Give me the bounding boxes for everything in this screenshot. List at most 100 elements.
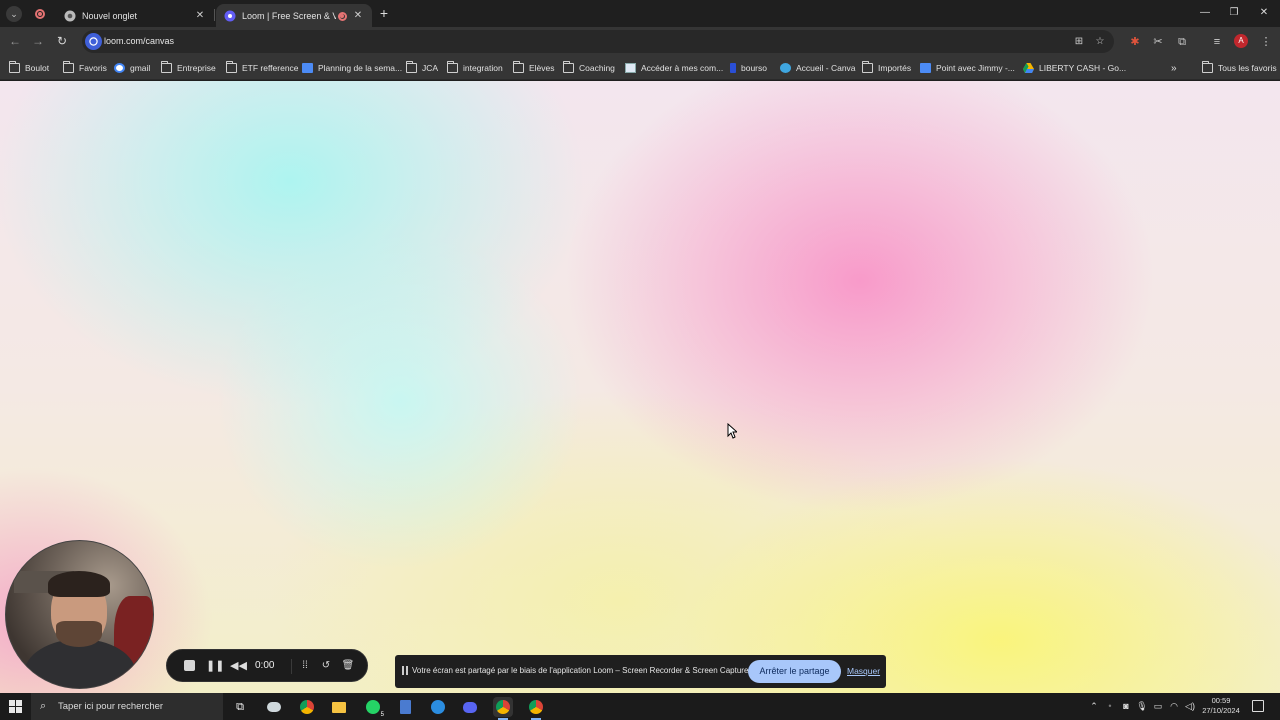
tab-loom[interactable]: Loom | Free Screen & Video ✕: [216, 4, 372, 27]
restart-button[interactable]: ↺: [318, 658, 334, 674]
bookmark-item[interactable]: Planning de la sema...: [302, 61, 402, 75]
bookmark-item[interactable]: integration: [447, 61, 503, 75]
bookmark-item[interactable]: Point avec Jimmy -...: [920, 61, 1015, 75]
tab-title: Nouvel onglet: [82, 10, 138, 21]
chrome-app-icon[interactable]: [297, 697, 317, 717]
doc-icon: [920, 63, 931, 73]
divider: [291, 659, 292, 674]
bookmark-label: bourso: [741, 63, 767, 73]
share-message: Votre écran est partagé par le biais de …: [412, 666, 751, 675]
whatsapp-badge: 5: [380, 712, 384, 718]
bookmark-item[interactable]: Coaching: [563, 61, 615, 75]
tab-search-button[interactable]: ⌄: [6, 6, 22, 22]
close-icon[interactable]: ✕: [194, 10, 206, 21]
hide-link[interactable]: Masquer: [847, 666, 880, 676]
calculator-icon[interactable]: [395, 697, 415, 717]
battery-icon[interactable]: ▭: [1152, 700, 1164, 712]
bookmark-item[interactable]: ETF refference: [226, 61, 299, 75]
delete-button[interactable]: 🗑: [340, 658, 356, 674]
rewind-button[interactable]: ◀◀: [230, 658, 247, 674]
system-clock[interactable]: 00:59 27/10/2024: [1196, 696, 1246, 716]
restore-button[interactable]: ❐: [1221, 5, 1247, 21]
search-icon: ⌕: [40, 700, 47, 712]
tab-new-tab[interactable]: Nouvel onglet ✕: [56, 4, 214, 27]
bookmark-item[interactable]: LIBERTY CASH - Go...: [1023, 61, 1126, 75]
bookmark-label: Entreprise: [177, 63, 216, 73]
profile-avatar[interactable]: A: [1234, 34, 1248, 48]
file-explorer-icon[interactable]: [329, 697, 349, 717]
bookmark-item[interactable]: Favoris: [63, 61, 107, 75]
minimize-button[interactable]: —: [1192, 5, 1218, 21]
extension-icon[interactable]: ✱: [1127, 34, 1143, 50]
bookmark-item[interactable]: Entreprise: [161, 61, 216, 75]
wifi-icon[interactable]: ◠: [1168, 700, 1180, 712]
microphone-icon[interactable]: 🎙: [1136, 700, 1148, 712]
app-blue-icon[interactable]: [428, 697, 448, 717]
camera-icon[interactable]: ◙: [1120, 700, 1132, 712]
folder-icon: [226, 61, 237, 73]
whatsapp-icon[interactable]: 5: [363, 697, 384, 718]
extensions-puzzle-icon[interactable]: ⧉: [1174, 34, 1190, 50]
record-icon: [35, 8, 45, 19]
chrome-active-icon[interactable]: [493, 697, 513, 720]
bookmark-item[interactable]: Accueil - Canva: [780, 61, 856, 75]
bookmark-label: gmail: [130, 63, 151, 73]
task-view-icon[interactable]: ⧉: [230, 697, 250, 717]
stop-sharing-button[interactable]: Arrêter le partage: [748, 660, 841, 683]
close-window-button[interactable]: ✕: [1251, 5, 1277, 21]
pinned-recording-tab[interactable]: [30, 4, 50, 23]
bookmark-item[interactable]: Importés: [862, 61, 911, 75]
bookmark-item[interactable]: bourso: [730, 61, 767, 75]
bookmark-item[interactable]: Accéder à mes com...: [625, 61, 723, 75]
chrome-icon: [64, 10, 76, 21]
close-icon[interactable]: ✕: [352, 10, 364, 21]
more-bookmarks-chevron-icon[interactable]: »: [1171, 61, 1177, 75]
site-info-icon[interactable]: [85, 33, 102, 50]
address-bar[interactable]: loom.com/canvas ⊞ ☆: [82, 30, 1114, 53]
taskbar-search[interactable]: ⌕ Taper ici pour rechercher: [31, 693, 223, 720]
grid-dots-icon[interactable]: ⁞⁞: [297, 658, 313, 674]
pause-button[interactable]: ❚❚: [206, 658, 224, 674]
bookmark-label: JCA: [422, 63, 439, 73]
loom-icon: [224, 10, 236, 21]
clock-date: 27/10/2024: [1202, 706, 1240, 715]
tab-strip: ⌄ Nouvel onglet ✕ Loom | Free Screen & V…: [0, 0, 1280, 27]
search-placeholder: Taper ici pour rechercher: [58, 701, 164, 712]
new-tab-button[interactable]: +: [377, 6, 391, 20]
chevron-up-icon[interactable]: ⌃: [1088, 700, 1100, 712]
bookmark-item[interactable]: gmail: [114, 61, 150, 75]
windows-taskbar: ⌕ Taper ici pour rechercher ⧉ 5 ⌃ • ◙ 🎙 …: [0, 693, 1280, 720]
tray-dot-icon[interactable]: •: [1104, 700, 1116, 712]
back-button[interactable]: ←: [7, 33, 23, 49]
bookmark-star-icon[interactable]: ☆: [1093, 35, 1107, 49]
pause-icon: [402, 666, 408, 675]
bookmark-label: Planning de la sema...: [318, 63, 403, 73]
notification-center-icon[interactable]: [1252, 700, 1264, 712]
start-button[interactable]: [9, 700, 22, 713]
url-text: loom.com/canvas: [104, 36, 175, 46]
browser-toolbar: ← → ↻ loom.com/canvas ⊞ ☆ ✱ ✂ ⧉ ≡ A ⋮: [0, 27, 1280, 56]
all-bookmarks-button[interactable]: Tous les favoris: [1202, 61, 1277, 75]
folder-icon: [406, 61, 417, 73]
media-controls-icon[interactable]: ≡: [1209, 34, 1225, 50]
bookmark-item[interactable]: JCA: [406, 61, 438, 75]
recording-controls: ❚❚ ◀◀ 0:00 ⁞⁞ ↺ 🗑: [166, 649, 368, 682]
volume-icon[interactable]: ◁): [1184, 700, 1196, 712]
loom-canvas[interactable]: [0, 81, 1280, 693]
extension-tool-icon[interactable]: ✂: [1150, 34, 1166, 50]
webcam-bubble[interactable]: [5, 540, 154, 689]
chrome-profile-icon[interactable]: [526, 697, 546, 720]
bookmark-label: Accueil - Canva: [796, 63, 856, 73]
bookmark-item[interactable]: Elèves: [513, 61, 555, 75]
bookmark-item[interactable]: Boulot: [9, 61, 49, 75]
stop-recording-button[interactable]: [181, 658, 197, 674]
menu-kebab-icon[interactable]: ⋮: [1258, 34, 1274, 50]
app-weather-icon[interactable]: [264, 697, 284, 717]
bookmark-label: Boulot: [25, 63, 50, 73]
discord-icon[interactable]: [460, 697, 480, 717]
reload-button[interactable]: ↻: [54, 33, 70, 49]
folder-icon: [161, 61, 172, 73]
translate-icon[interactable]: ⊞: [1072, 35, 1086, 49]
forward-button[interactable]: →: [30, 33, 46, 49]
bookmark-label: Importés: [878, 63, 912, 73]
